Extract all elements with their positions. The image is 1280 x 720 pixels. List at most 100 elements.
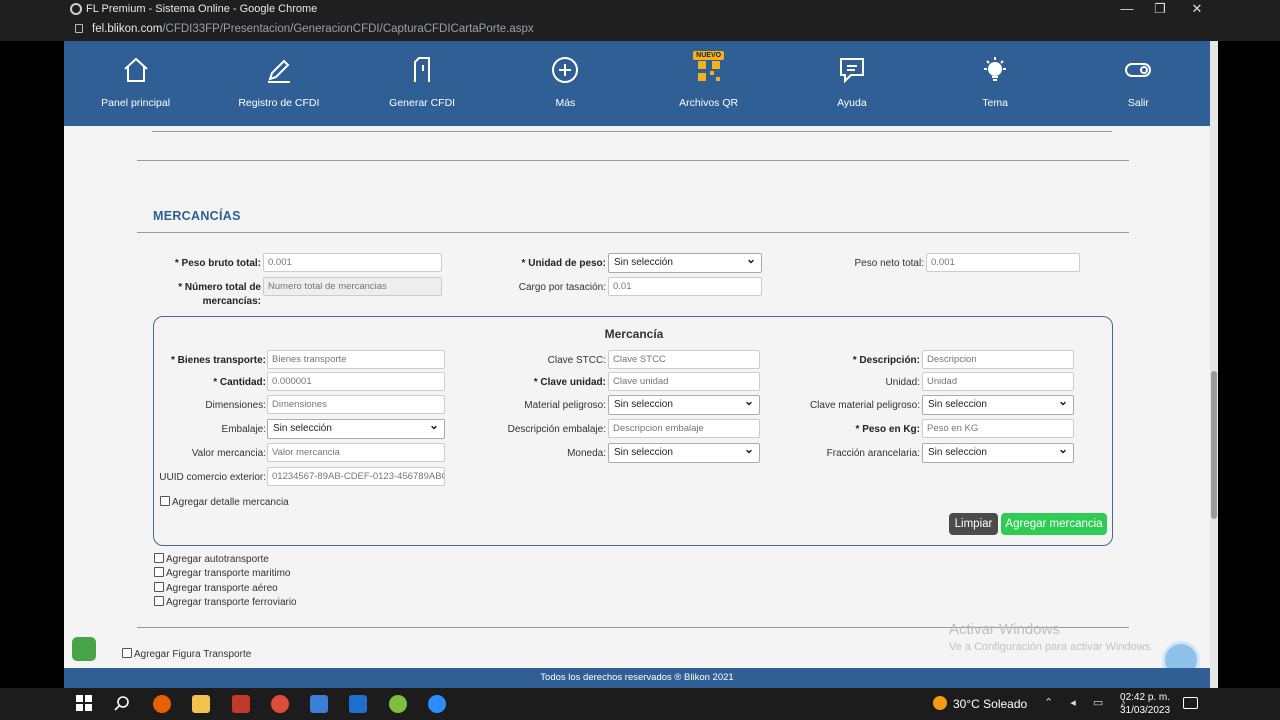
- top-navigation: Panel principal Registro de CFDI Generar…: [64, 41, 1210, 126]
- app-icon[interactable]: [232, 695, 250, 713]
- plus-circle-icon: [552, 57, 579, 83]
- valor-mercancia-input[interactable]: [267, 443, 445, 462]
- uuid-label: UUID comercio exterior:: [159, 472, 266, 483]
- nav-ayuda[interactable]: Ayuda: [782, 41, 922, 126]
- nav-tema[interactable]: Tema: [925, 41, 1065, 126]
- numero-total-input: [263, 277, 442, 296]
- nav-label: Panel principal: [101, 97, 171, 109]
- nav-mas[interactable]: Más: [495, 41, 635, 126]
- nav-label: Ayuda: [837, 97, 867, 109]
- clock-date: 31/03/2023: [1120, 705, 1171, 716]
- uuid-input[interactable]: [267, 467, 445, 486]
- material-peligroso-label: Material peligroso:: [524, 400, 606, 411]
- numero-total-label-1: * Número total de: [178, 282, 261, 293]
- firefox-icon[interactable]: [153, 695, 171, 713]
- clave-unidad-label: * Clave unidad:: [533, 377, 606, 388]
- nav-generar-cfdi[interactable]: Generar CFDI: [352, 41, 492, 126]
- nav-label: Generar CFDI: [389, 97, 456, 109]
- nav-panel-principal[interactable]: Panel principal: [66, 41, 206, 126]
- descripcion-input[interactable]: [922, 350, 1074, 369]
- dimensiones-input[interactable]: [267, 395, 445, 414]
- new-badge: NUEVO: [693, 51, 725, 60]
- autotransporte-label: Agregar autotransporte: [166, 554, 269, 565]
- detalle-mercancia-checkbox[interactable]: [160, 496, 170, 506]
- peso-kg-input[interactable]: [922, 419, 1074, 438]
- descripcion-embalaje-input[interactable]: [608, 419, 760, 438]
- material-peligroso-select[interactable]: Sin seleccion: [608, 392, 760, 415]
- nav-archivos-qr[interactable]: NUEVO Archivos QR: [639, 41, 779, 126]
- nav-label: Archivos QR: [679, 97, 739, 109]
- unidad-peso-select[interactable]: Sin selección: [608, 250, 762, 273]
- moneda-label: Moneda:: [567, 448, 606, 459]
- embalaje-label: Embalaje:: [221, 424, 266, 435]
- edit-icon: [267, 59, 290, 83]
- aereo-label: Agregar transporte aéreo: [166, 583, 278, 594]
- weather-text: 30°C Soleado: [953, 697, 1028, 711]
- zoom-icon[interactable]: [428, 695, 446, 713]
- ferroviario-checkbox[interactable]: [154, 596, 164, 606]
- nav-registro-cfdi[interactable]: Registro de CFDI: [209, 41, 349, 126]
- clave-stcc-label: Clave STCC:: [547, 355, 606, 366]
- cantidad-label: * Cantidad:: [213, 377, 266, 388]
- agregar-mercancia-button[interactable]: Agregar mercancia: [1001, 513, 1107, 535]
- search-icon[interactable]: [114, 695, 132, 713]
- cargo-tasacion-input[interactable]: [608, 277, 762, 296]
- clave-material-select[interactable]: Sin seleccion: [922, 392, 1074, 415]
- bienes-transporte-input[interactable]: [267, 350, 445, 369]
- maps-app-icon[interactable]: [389, 695, 407, 713]
- descripcion-label: * Descripción:: [852, 355, 920, 366]
- peso-neto-input[interactable]: [926, 253, 1080, 272]
- web-page: Panel principal Registro de CFDI Generar…: [64, 41, 1210, 688]
- windows-taskbar: 30°C Soleado ⌃ ◂ ▭ ♪ 02:42 p. m. 31/03/2…: [0, 688, 1280, 720]
- scrollbar-thumb[interactable]: [1211, 371, 1217, 519]
- windows-start-icon[interactable]: [76, 695, 94, 713]
- close-button[interactable]: ✕: [1182, 1, 1212, 17]
- maritimo-checkbox[interactable]: [154, 567, 164, 577]
- clave-stcc-input[interactable]: [608, 350, 760, 369]
- url-text[interactable]: fel.blikon.com/CFDI33FP/Presentacion/Gen…: [92, 23, 534, 35]
- divider: [137, 160, 1129, 161]
- weather-widget[interactable]: 30°C Soleado: [933, 696, 1027, 711]
- autotransporte-checkbox[interactable]: [154, 553, 164, 563]
- unidad-peso-label: * Unidad de peso:: [521, 258, 606, 269]
- calculator-icon[interactable]: [310, 695, 328, 713]
- screen: FL Premium - Sistema Online - Google Chr…: [0, 0, 1280, 720]
- aereo-checkbox[interactable]: [154, 582, 164, 592]
- lightbulb-icon: [984, 57, 1007, 81]
- bienes-transporte-label: * Bienes transporte:: [170, 355, 266, 366]
- descripcion-embalaje-label: Descripción embalaje:: [507, 424, 606, 435]
- home-icon: [123, 57, 148, 82]
- unidad-input[interactable]: [922, 372, 1074, 391]
- clave-unidad-input[interactable]: [608, 372, 760, 391]
- embalaje-select[interactable]: Sin selección: [267, 416, 445, 439]
- help-chat-icon: [839, 58, 864, 84]
- user-support-icon[interactable]: [72, 637, 96, 661]
- cargo-tasacion-label: Cargo por tasación:: [518, 282, 606, 293]
- divider: [137, 232, 1129, 233]
- limpiar-button[interactable]: Limpiar: [949, 513, 998, 535]
- peso-bruto-input[interactable]: [263, 253, 442, 272]
- notification-icon[interactable]: [1183, 697, 1198, 709]
- file-explorer-icon[interactable]: [192, 695, 210, 713]
- info-app-icon[interactable]: [349, 695, 367, 713]
- nav-salir[interactable]: Salir: [1068, 41, 1208, 126]
- moneda-select[interactable]: Sin seleccion: [608, 440, 760, 463]
- clock-time: 02:42 p. m.: [1120, 692, 1171, 703]
- address-bar[interactable]: fel.blikon.com/CFDI33FP/Presentacion/Gen…: [0, 19, 1280, 41]
- taskbar-clock[interactable]: 02:42 p. m. 31/03/2023: [1120, 691, 1170, 717]
- minimize-button[interactable]: —: [1112, 1, 1142, 16]
- peso-bruto-label: * Peso bruto total:: [174, 258, 261, 269]
- section-title: MERCANCÍAS: [153, 209, 241, 223]
- nav-label: Salir: [1127, 97, 1149, 109]
- figura-transporte-label: Agregar Figura Transporte: [134, 649, 252, 660]
- numero-total-label-2: mercancías:: [202, 296, 261, 307]
- nav-label: Registro de CFDI: [238, 97, 320, 109]
- chrome-icon[interactable]: [271, 695, 289, 713]
- peso-kg-label: * Peso en Kg:: [855, 424, 920, 435]
- figura-transporte-checkbox[interactable]: [122, 648, 132, 658]
- fraccion-arancelaria-select[interactable]: Sin seleccion: [922, 440, 1074, 463]
- windows-watermark-subtitle: Ve a Configuración para activar Windows.: [949, 641, 1154, 653]
- restore-button[interactable]: ❐: [1145, 1, 1175, 17]
- page-scrollbar[interactable]: [1210, 41, 1218, 688]
- cantidad-input[interactable]: [267, 372, 445, 391]
